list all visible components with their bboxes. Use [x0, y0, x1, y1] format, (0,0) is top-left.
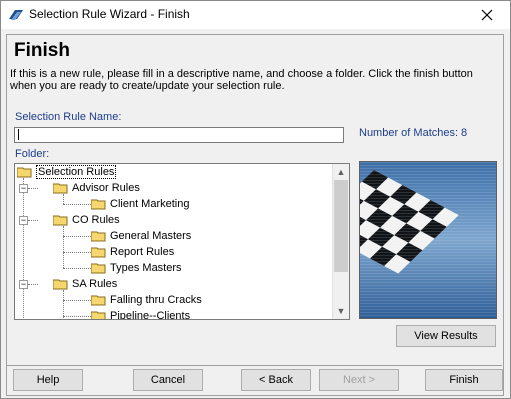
back-button[interactable]: < Back	[241, 369, 311, 391]
cancel-label: Cancel	[150, 374, 186, 386]
checkered-flag-image	[359, 161, 497, 319]
close-button[interactable]	[464, 1, 510, 29]
folder-icon	[91, 231, 106, 242]
tree-line	[63, 236, 91, 237]
finish-label: Finish	[449, 374, 479, 386]
tree-line	[63, 252, 91, 253]
tree-label: SA Rules	[72, 278, 118, 290]
next-label: Next >	[342, 374, 376, 386]
help-label: Help	[36, 374, 60, 386]
tree-node-co[interactable]: − CO Rules	[19, 212, 120, 228]
rule-name-input[interactable]	[14, 127, 344, 143]
app-icon	[9, 10, 23, 20]
scroll-down-icon[interactable]: ▼	[333, 303, 349, 319]
matches-count: 8	[461, 127, 468, 139]
tree-line	[63, 290, 64, 319]
page-title: Finish	[14, 40, 70, 61]
tree-node-advisor[interactable]: − Advisor Rules	[19, 180, 140, 196]
tree-node-root[interactable]: Selection Rules	[17, 164, 117, 180]
tree-label: Falling thru Cracks	[110, 294, 202, 306]
tree-node-general-masters[interactable]: General Masters	[91, 228, 191, 244]
folder-icon	[91, 263, 106, 274]
page-description: If this is a new rule, please fill in a …	[10, 68, 473, 92]
text-caret	[18, 129, 19, 140]
finish-button[interactable]: Finish	[425, 369, 503, 391]
rule-name-label: Selection Rule Name:	[15, 111, 122, 123]
view-results-label: View Results	[414, 330, 478, 342]
tree-label: Advisor Rules	[72, 182, 140, 194]
tree-label: Selection Rules	[36, 165, 117, 179]
collapse-icon[interactable]: −	[19, 215, 28, 225]
folder-open-icon	[53, 183, 68, 194]
title-bar: Selection Rule Wizard - Finish	[1, 1, 510, 29]
collapse-icon[interactable]: −	[19, 279, 28, 289]
tree-label: Types Masters	[110, 262, 182, 274]
help-button[interactable]: Help	[13, 369, 83, 391]
tree-line	[63, 226, 64, 268]
tree-node-client-marketing[interactable]: Client Marketing	[91, 196, 189, 212]
tree-node-types-masters[interactable]: Types Masters	[91, 260, 182, 276]
collapse-icon[interactable]: −	[19, 183, 28, 193]
folder-open-icon	[53, 279, 68, 290]
tree-line	[63, 204, 91, 205]
folder-open-icon	[17, 167, 32, 178]
tree-label: Pipeline--Clients	[110, 310, 191, 319]
window-title: Selection Rule Wizard - Finish	[29, 7, 190, 21]
tree-content: Selection Rules − Advisor Rules Client M…	[15, 164, 333, 319]
tree-label: General Masters	[110, 230, 192, 242]
folder-label: Folder:	[15, 148, 50, 160]
folder-open-icon	[53, 215, 68, 226]
scroll-thumb[interactable]	[334, 180, 348, 272]
tree-label: Report Rules	[110, 246, 175, 258]
folder-icon	[91, 311, 106, 319]
tree-node-pipeline[interactable]: Pipeline--Clients	[91, 308, 190, 319]
tree-node-falling[interactable]: Falling thru Cracks	[91, 292, 202, 308]
back-label: < Back	[259, 374, 293, 386]
scroll-up-icon[interactable]: ▲	[333, 164, 349, 180]
close-icon	[481, 9, 493, 21]
tree-line	[23, 178, 24, 319]
folder-icon	[91, 247, 106, 258]
tree-line	[63, 268, 91, 269]
folder-tree[interactable]: Selection Rules − Advisor Rules Client M…	[14, 163, 350, 320]
tree-line	[63, 300, 91, 301]
tree-node-sa[interactable]: − SA Rules	[19, 276, 117, 292]
tree-label: CO Rules	[72, 214, 120, 226]
view-results-button[interactable]: View Results	[396, 325, 496, 347]
tree-scrollbar[interactable]: ▲ ▼	[332, 164, 349, 319]
tree-line	[63, 316, 91, 317]
cancel-button[interactable]: Cancel	[133, 369, 203, 391]
folder-icon	[91, 199, 106, 210]
matches-label: Number of Matches:	[359, 127, 459, 139]
tree-label: Client Marketing	[110, 198, 190, 210]
folder-icon	[91, 295, 106, 306]
tree-node-report-rules[interactable]: Report Rules	[91, 244, 174, 260]
next-button[interactable]: Next >	[319, 369, 399, 391]
